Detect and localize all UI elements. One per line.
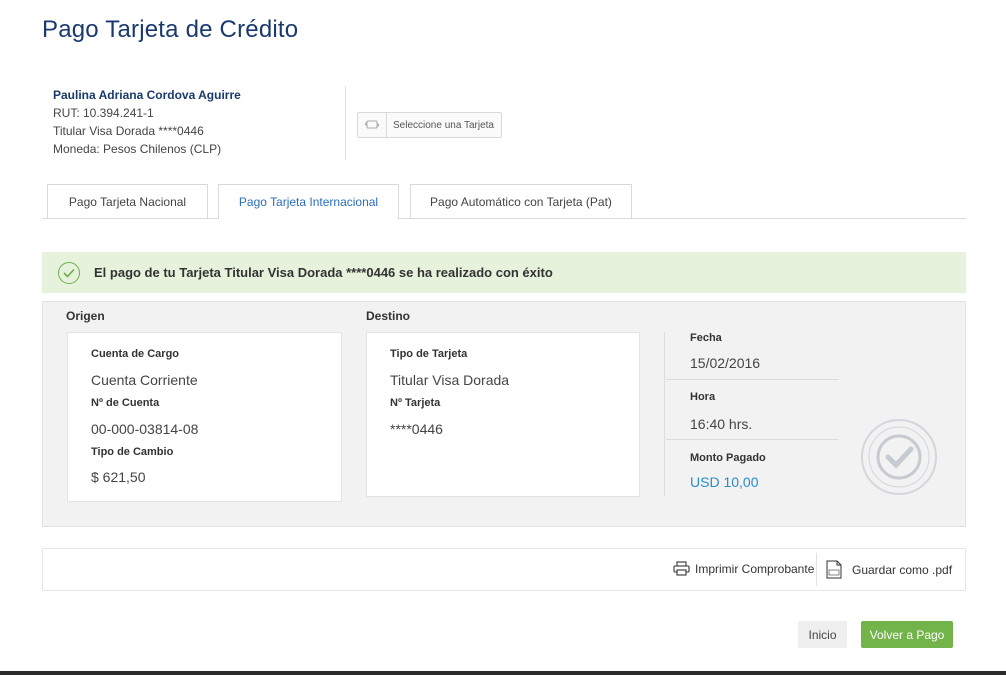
destination-title: Destino bbox=[366, 309, 411, 323]
back-to-payment-button[interactable]: Volver a Pago bbox=[861, 621, 953, 648]
success-banner: El pago de tu Tarjeta Titular Visa Dorad… bbox=[42, 252, 966, 293]
destination-type-label: Tipo de Tarjeta bbox=[390, 348, 468, 360]
time-label: Hora bbox=[690, 391, 716, 403]
destination-type-value: Titular Visa Dorada bbox=[390, 372, 510, 388]
tab-label: Pago Tarjeta Internacional bbox=[238, 195, 379, 209]
actions-divider bbox=[816, 553, 817, 586]
destination-number-label: Nº Tarjeta bbox=[390, 397, 441, 409]
amount-value: USD 10,00 bbox=[690, 474, 759, 490]
tab-label: Pago Tarjeta Nacional bbox=[68, 194, 187, 209]
card-swap-icon bbox=[358, 113, 387, 137]
origin-account-value: Cuenta Corriente bbox=[91, 372, 198, 388]
client-info: Paulina Adriana Cordova Aguirre RUT: 10.… bbox=[53, 86, 241, 158]
tab-label: Pago Automático con Tarjeta (Pat) bbox=[430, 194, 612, 209]
tab-pago-internacional[interactable]: Pago Tarjeta Internacional bbox=[218, 184, 399, 219]
client-name: Paulina Adriana Cordova Aguirre bbox=[53, 88, 241, 102]
tab-pago-automatico[interactable]: Pago Automático con Tarjeta (Pat) bbox=[410, 184, 632, 218]
save-pdf-button[interactable]: Guardar como .pdf bbox=[826, 560, 952, 579]
date-value: 15/02/2016 bbox=[690, 355, 761, 371]
page-title: Pago Tarjeta de Crédito bbox=[42, 16, 299, 43]
select-card-label: Seleccione una Tarjeta bbox=[393, 119, 494, 131]
client-currency: Moneda: Pesos Chilenos (CLP) bbox=[53, 142, 222, 156]
summary-row-sep bbox=[666, 439, 839, 440]
print-receipt-button[interactable]: Imprimir Comprobante bbox=[673, 561, 814, 576]
origin-number-label: Nº de Cuenta bbox=[91, 397, 160, 409]
print-receipt-label: Imprimir Comprobante bbox=[695, 561, 815, 576]
client-card: Titular Visa Dorada ****0446 bbox=[53, 124, 204, 138]
time-value: 16:40 hrs. bbox=[690, 416, 753, 432]
summary-divider bbox=[664, 332, 665, 496]
amount-label: Monto Pagado bbox=[690, 452, 766, 464]
origin-rate-value: $ 621,50 bbox=[91, 469, 146, 485]
home-button[interactable]: Inicio bbox=[798, 621, 847, 648]
destination-number-value: ****0446 bbox=[390, 421, 443, 437]
success-message: El pago de tu Tarjeta Titular Visa Dorad… bbox=[94, 265, 553, 280]
pdf-file-icon bbox=[826, 560, 842, 579]
tab-pago-nacional[interactable]: Pago Tarjeta Nacional bbox=[47, 184, 208, 218]
origin-number-value: 00-000-03814-08 bbox=[91, 421, 199, 437]
origin-title: Origen bbox=[66, 309, 105, 323]
client-rut: RUT: 10.394.241-1 bbox=[53, 106, 154, 120]
client-divider bbox=[345, 86, 346, 160]
footer-edge bbox=[0, 671, 1006, 675]
printer-icon bbox=[673, 561, 690, 576]
origin-rate-label: Tipo de Cambio bbox=[91, 446, 174, 458]
check-circle-icon bbox=[58, 261, 80, 284]
summary-row-sep bbox=[666, 379, 839, 380]
select-card-button[interactable]: Seleccione una Tarjeta bbox=[357, 112, 502, 138]
save-pdf-label: Guardar como .pdf bbox=[852, 562, 953, 577]
approved-seal-icon bbox=[857, 418, 941, 501]
origin-account-label: Cuenta de Cargo bbox=[91, 348, 180, 360]
date-label: Fecha bbox=[690, 332, 722, 344]
tabs-baseline bbox=[42, 218, 966, 219]
